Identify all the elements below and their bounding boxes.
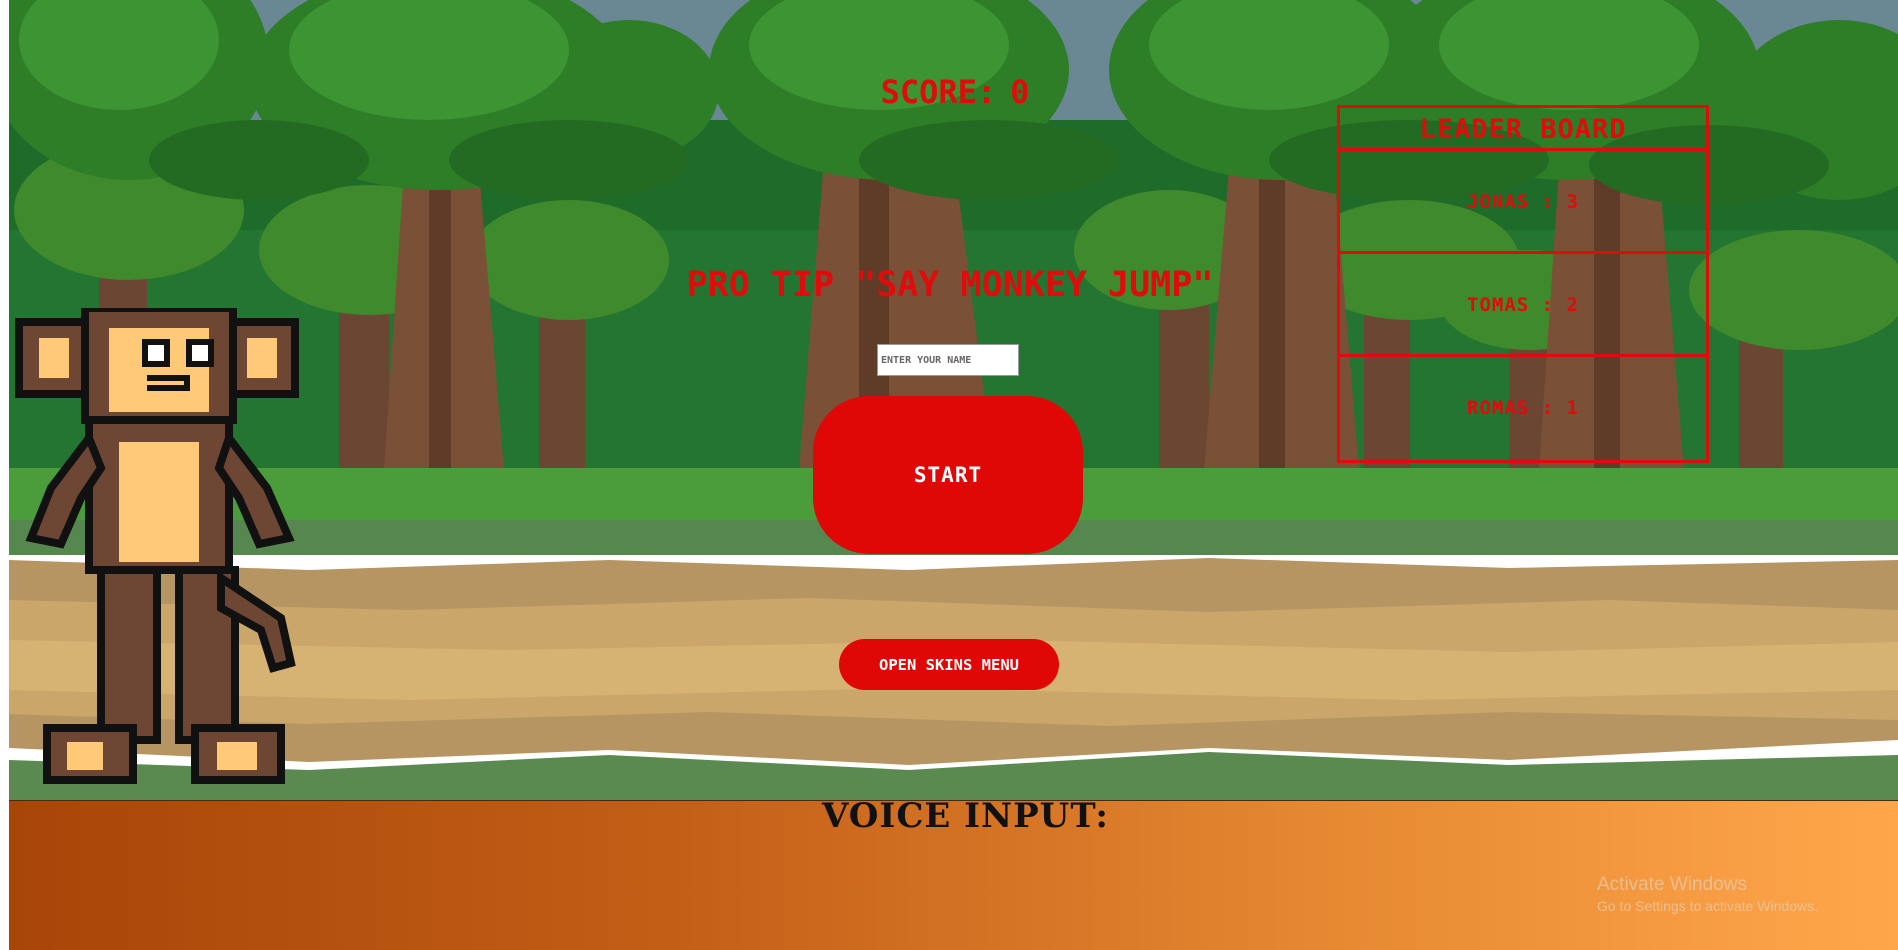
leaderboard-title: LEADER BOARD [1340,108,1706,151]
score-label: SCORE: [880,73,997,111]
monkey-icon [15,308,299,784]
leaderboard-entry: JONAS : 3 [1340,151,1706,254]
score-value: 0 [1010,73,1030,111]
leaderboard-entry: ROMAS : 1 [1467,397,1579,419]
score-display: SCORE: 0 [860,70,1050,114]
voice-input-label: VOICE INPUT: [822,796,1109,836]
leaderboard-entry: TOMAS : 2 [1340,254,1706,357]
start-button[interactable]: START [813,396,1083,554]
leaderboard: LEADER BOARD JONAS : 3 TOMAS : 2 ROMAS :… [1337,105,1709,463]
watermark-title: Activate Windows [1597,874,1747,895]
name-input[interactable] [877,344,1019,376]
activate-windows-watermark: Activate Windows Go to Settings to activ… [1597,874,1818,914]
pro-tip-text: PRO TIP "SAY MONKEY JUMP" [686,265,1214,305]
watermark-subtitle: Go to Settings to activate Windows. [1597,898,1818,914]
open-skins-menu-button[interactable]: OPEN SKINS MENU [839,639,1059,690]
